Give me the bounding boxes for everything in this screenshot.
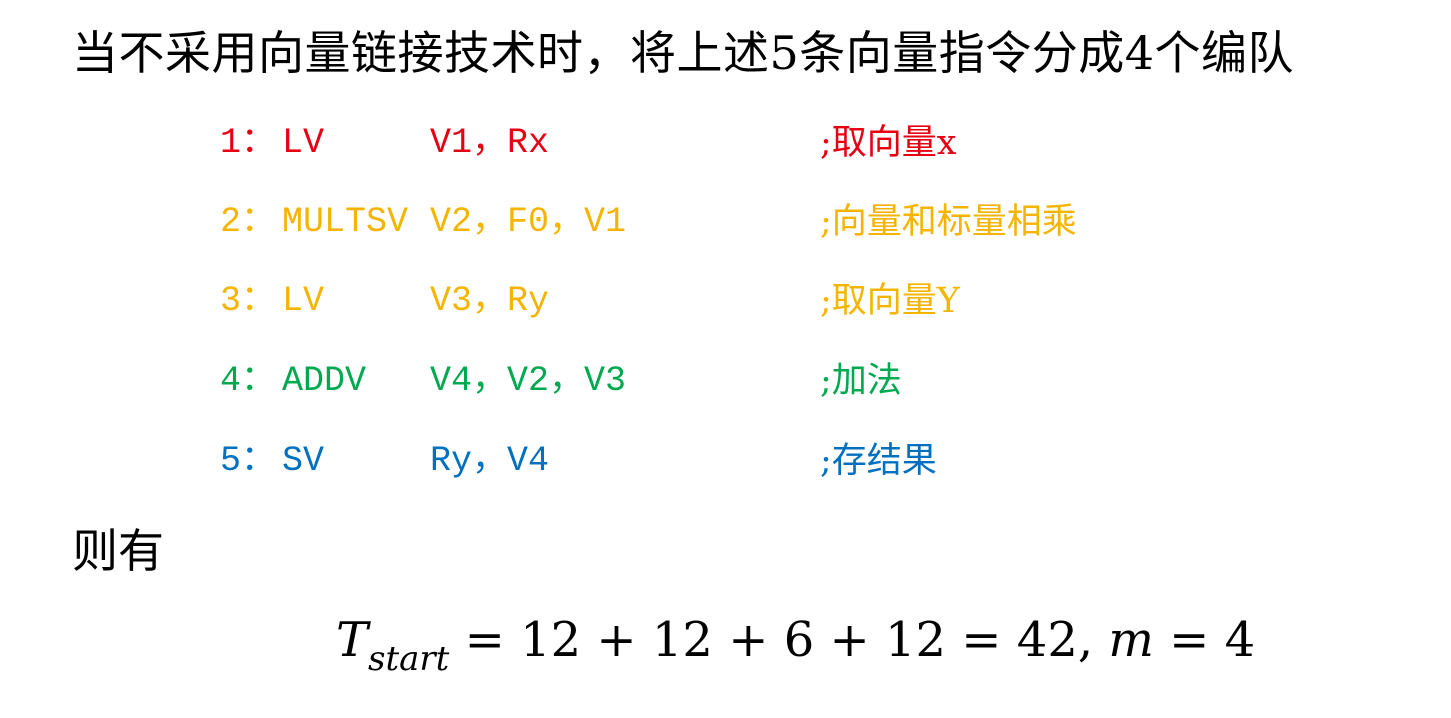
instruction-operands: V3，Ry — [430, 281, 550, 321]
instruction-number: 1： — [220, 123, 277, 163]
instruction-number: 2： — [220, 202, 277, 242]
instruction-opcode: MULTSV — [282, 202, 409, 242]
instruction-operands: V4，V2，V3 — [430, 361, 627, 401]
instruction-operands: V2，F0，V1 — [430, 202, 627, 242]
instruction-comment: ;取向量Y — [820, 281, 960, 321]
formula-subscript: start — [368, 639, 450, 679]
instruction-comment: ;取向量x — [820, 123, 957, 163]
formula-m-variable: m — [1108, 612, 1154, 668]
instruction-number: 5： — [220, 441, 277, 481]
instruction-comment: ;向量和标量相乘 — [820, 202, 1077, 242]
instruction-operands: Ry，V4 — [430, 441, 550, 481]
formula-variable: T — [336, 612, 369, 668]
formula-m-value: = 4 — [1169, 612, 1256, 668]
formula-expression: = 12 + 12 + 6 + 12 = 42, — [464, 612, 1094, 668]
instruction-operands: V1，Rx — [430, 123, 550, 163]
instruction-opcode: LV — [282, 123, 325, 163]
instruction-opcode: SV — [282, 441, 325, 481]
formula: Tstart = 12 + 12 + 6 + 12 = 42, m = 4 — [336, 605, 1255, 680]
instruction-number: 4： — [220, 361, 277, 401]
instruction-comment: ;加法 — [820, 361, 902, 401]
instruction-opcode: LV — [282, 281, 325, 321]
then-label: 则有 — [72, 524, 164, 578]
instruction-number: 3： — [220, 281, 277, 321]
instruction-opcode: ADDV — [282, 361, 367, 401]
heading-text: 当不采用向量链接技术时，将上述5条向量指令分成4个编队 — [72, 26, 1295, 80]
instruction-comment: ;存结果 — [820, 441, 937, 481]
